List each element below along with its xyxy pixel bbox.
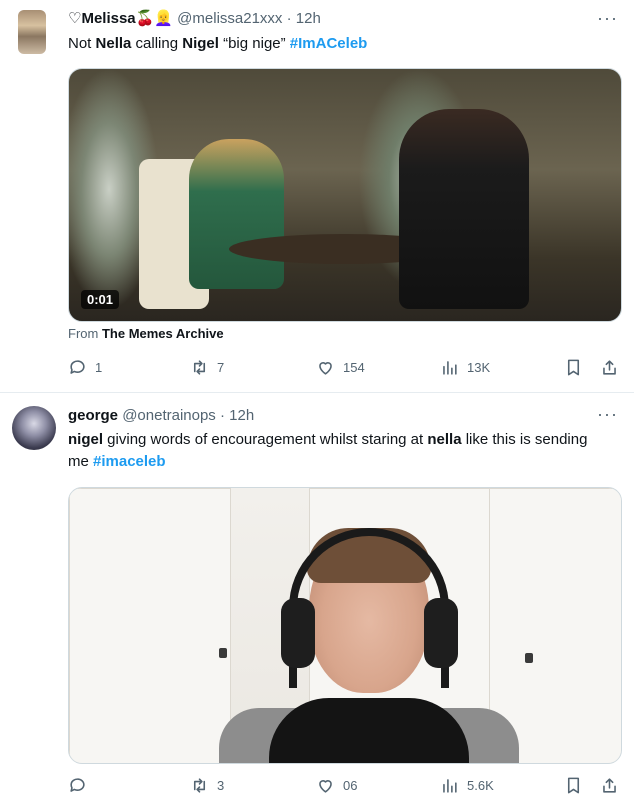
reply-count: 1 <box>95 360 103 375</box>
video-frame-person-left <box>189 139 284 289</box>
tweet-header: george @onetrainops · 12h <box>68 406 254 426</box>
more-options-icon[interactable]: ··· <box>597 404 618 425</box>
views-button[interactable]: 5.6K <box>440 776 494 795</box>
door-knob <box>219 648 227 658</box>
retweet-icon <box>193 778 206 793</box>
reply-button[interactable] <box>68 776 95 795</box>
more-options-icon[interactable]: ··· <box>597 8 618 29</box>
retweet-button[interactable]: 3 <box>190 776 224 795</box>
avatar[interactable] <box>12 406 56 450</box>
mention-nella: Nella <box>95 35 132 52</box>
bookmark-button[interactable] <box>564 358 583 377</box>
tweet-image[interactable] <box>68 487 622 764</box>
image-headset-cup <box>424 598 458 668</box>
display-name[interactable]: george <box>68 407 118 424</box>
share-button[interactable] <box>600 776 619 795</box>
heart-icon <box>319 780 332 793</box>
handle-and-time[interactable]: @onetrainops · 12h <box>122 407 254 424</box>
retweet-count: 7 <box>217 360 225 375</box>
hashtag-link[interactable]: #ImACeleb <box>290 35 368 52</box>
share-icon <box>603 778 616 793</box>
share-icon <box>603 360 616 375</box>
mention-nigel: nigel <box>68 431 104 448</box>
heart-icon <box>319 362 332 375</box>
reply-button[interactable]: 1 <box>68 358 102 377</box>
video-source[interactable]: From The Memes Archive <box>68 326 224 341</box>
views-icon <box>443 779 457 793</box>
bookmark-icon <box>567 359 580 376</box>
door-knob <box>525 653 533 663</box>
handle-and-time[interactable]: @melissa21xxx · 12h <box>177 10 321 27</box>
reply-icon <box>70 360 85 374</box>
image-headset-cup <box>281 598 315 668</box>
reply-icon <box>70 778 85 792</box>
view-count: 13K <box>467 360 491 375</box>
mention-nigel: Nigel <box>182 35 219 52</box>
bookmark-button[interactable] <box>564 776 583 795</box>
tweet-text: nigel giving words of encouragement whil… <box>68 431 588 470</box>
tweet-text: Not Nella calling Nigel “big nige” #ImAC… <box>68 35 368 52</box>
image-shirt <box>269 698 469 763</box>
share-button[interactable] <box>600 358 619 377</box>
like-count: 154 <box>343 360 365 375</box>
retweet-icon <box>193 360 206 375</box>
action-bar: 1 7 154 13K <box>68 358 628 382</box>
retweet-button[interactable]: 7 <box>190 358 224 377</box>
avatar[interactable] <box>18 10 46 54</box>
image-door-left <box>69 488 231 763</box>
bookmark-icon <box>567 777 580 794</box>
tweet-melissa[interactable]: ♡Melissa🍒👱‍♀️ @melissa21xxx · 12h ··· No… <box>0 0 634 393</box>
hashtag-link[interactable]: #imaceleb <box>93 453 166 470</box>
display-name[interactable]: ♡Melissa🍒👱‍♀️ <box>68 10 173 27</box>
view-count: 5.6K <box>467 778 494 793</box>
like-button[interactable]: 154 <box>316 358 365 377</box>
mention-nella: nella <box>427 431 462 448</box>
retweet-count: 3 <box>217 778 225 793</box>
tweet-header: ♡Melissa🍒👱‍♀️ @melissa21xxx · 12h <box>68 9 321 29</box>
like-button[interactable]: 06 <box>316 776 357 795</box>
video-duration: 0:01 <box>81 290 120 309</box>
source-name[interactable]: The Memes Archive <box>102 326 224 341</box>
action-bar: 3 06 5.6K <box>68 776 628 800</box>
video-frame-person-right <box>399 109 529 309</box>
views-button[interactable]: 13K <box>440 358 490 377</box>
like-count: 06 <box>343 778 358 793</box>
video-player[interactable]: 0:01 <box>68 68 622 322</box>
views-icon <box>443 361 457 375</box>
